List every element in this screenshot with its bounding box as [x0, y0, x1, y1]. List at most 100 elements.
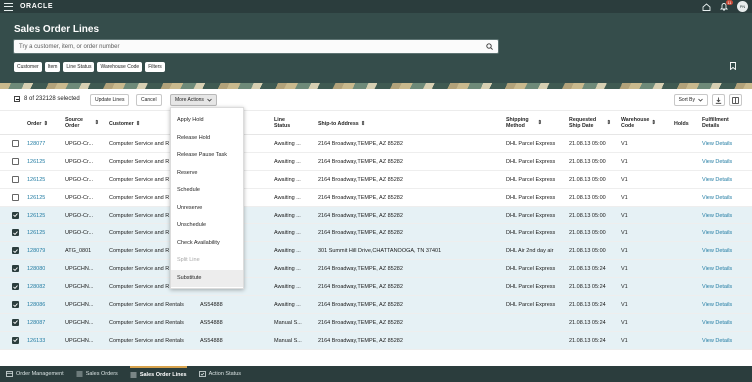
more-actions-button[interactable]: More Actions [170, 94, 217, 106]
dashboard-icon [6, 371, 13, 377]
column-layout-icon[interactable] [729, 94, 742, 106]
row-checkbox[interactable] [12, 140, 19, 147]
order-number[interactable]: 128082 [27, 284, 45, 290]
bookmark-icon[interactable] [730, 62, 736, 72]
row-checkbox[interactable] [12, 157, 19, 165]
user-avatar[interactable]: PN [737, 1, 748, 12]
view-details-link[interactable]: View Details [702, 213, 732, 219]
warehouse-code: V1 [621, 337, 628, 344]
chip-line-status[interactable]: Line Status [63, 62, 95, 72]
table-row[interactable]: 126125 UPGO-Cr... Computer Service and R Aw… [0, 153, 752, 171]
row-checkbox[interactable] [12, 175, 19, 183]
customer: Computer Service and Rentals [109, 337, 184, 344]
notification-badge: 11 [725, 0, 733, 5]
nav-action-status[interactable]: Action Status [198, 366, 241, 382]
chip-filters[interactable]: Filters [145, 62, 165, 72]
bell-icon[interactable]: 11 [719, 0, 733, 12]
menu-icon[interactable] [4, 2, 13, 11]
col-line-status[interactable]: Line Status [274, 117, 302, 129]
order-number[interactable]: 126125 [27, 177, 45, 183]
view-details-link[interactable]: View Details [702, 284, 732, 290]
view-details-link[interactable]: View Details [702, 177, 732, 183]
table-row[interactable]: 126125 UPGO-Cr... Computer Service and R Aw… [0, 206, 752, 225]
table-row[interactable]: 128079 ATG_0801 Computer Service and R Awai… [0, 242, 752, 261]
order-number[interactable]: 126133 [27, 338, 45, 344]
menu-item-release-hold[interactable]: Release Hold [171, 130, 243, 148]
table-row[interactable]: 126125 UPGO-Cr... Computer Service and R Aw… [0, 171, 752, 189]
col-order[interactable]: Order ⇕ [27, 121, 48, 127]
warehouse-code: V1 [621, 230, 628, 237]
order-number[interactable]: 128077 [27, 141, 45, 147]
view-details-link[interactable]: View Details [702, 266, 732, 272]
menu-item-reserve[interactable]: Reserve [171, 165, 243, 183]
view-details-link[interactable]: View Details [702, 141, 732, 147]
cancel-button[interactable]: Cancel [136, 94, 162, 106]
order-number[interactable]: 126125 [27, 230, 45, 236]
order-number[interactable]: 128086 [27, 302, 45, 308]
menu-item-unschedule[interactable]: Unschedule [171, 217, 243, 235]
menu-item-apply-hold[interactable]: Apply Hold [171, 112, 243, 130]
view-details-link[interactable]: View Details [702, 320, 732, 326]
chip-warehouse-code[interactable]: Warehouse Code [97, 62, 143, 72]
nav-order-management[interactable]: Order Management [6, 366, 64, 382]
col-warehouse-code[interactable]: Warehouse Code ⇕ [621, 117, 656, 129]
menu-item-check-availability[interactable]: Check Availability [171, 235, 243, 253]
sort-by-button[interactable]: Sort By [673, 94, 708, 106]
col-holds[interactable]: Holds [674, 121, 689, 127]
filter-chips: Customer Item Line Status Warehouse Code… [14, 62, 165, 72]
requested-ship-date: 21.08.13 05:00 [569, 176, 606, 183]
menu-item-schedule[interactable]: Schedule [171, 182, 243, 200]
order-number[interactable]: 128079 [27, 248, 45, 254]
home-icon[interactable] [701, 2, 711, 12]
table-header-row: Order ⇕ Source Order ⇕ Customer ⇕ Line Stat… [0, 113, 752, 135]
search-icon[interactable] [486, 43, 493, 50]
line-status: Awaiting ... [274, 284, 301, 291]
col-ship-to-address[interactable]: Ship-to Address ⇕ [318, 121, 365, 127]
order-number[interactable]: 128087 [27, 320, 45, 326]
view-details-link[interactable]: View Details [702, 248, 732, 254]
chip-customer[interactable]: Customer [14, 62, 42, 72]
shipping-method: DHL Parcel Express [506, 302, 556, 309]
row-checkbox[interactable] [12, 211, 19, 219]
table-row[interactable]: 128087 UPGCHN... Computer Service and Rent… [0, 313, 752, 332]
view-details-link[interactable]: View Details [702, 195, 732, 201]
menu-item-substitute[interactable]: Substitute [171, 269, 243, 287]
view-details-link[interactable]: View Details [702, 338, 732, 344]
col-shipping-method[interactable]: Shipping Method ⇕ [506, 117, 542, 129]
row-checkbox[interactable] [12, 193, 19, 201]
select-all-checkbox[interactable] [14, 96, 20, 102]
row-checkbox[interactable] [12, 301, 19, 309]
order-number[interactable]: 126125 [27, 213, 45, 219]
table-row[interactable]: 128080 UPGCHN... Computer Service and R Awa… [0, 260, 752, 279]
menu-item-unreserve[interactable]: Unreserve [171, 200, 243, 218]
table-row[interactable]: 126125 UPGO-Cr... Computer Service and R Aw… [0, 224, 752, 243]
row-checkbox[interactable] [12, 283, 19, 291]
nav-sales-orders[interactable]: Sales Orders [76, 366, 118, 382]
col-customer[interactable]: Customer ⇕ [109, 121, 140, 127]
table-row[interactable]: 128082 UPGCHN... Computer Service and R Awa… [0, 278, 752, 297]
view-details-link[interactable]: View Details [702, 302, 732, 308]
order-number[interactable]: 126125 [27, 195, 45, 201]
menu-item-release-pause-task[interactable]: Release Pause Task [171, 147, 243, 165]
col-source-order[interactable]: Source Order ⇕ [65, 117, 99, 129]
update-lines-button[interactable]: Update Lines [90, 94, 130, 106]
row-checkbox[interactable] [12, 247, 19, 255]
nav-sales-order-lines[interactable]: Sales Order Lines [129, 366, 187, 382]
col-requested-ship-date[interactable]: Requested Ship Date ⇕ [569, 117, 611, 129]
table-row[interactable]: 128086 UPGCHN... Computer Service and Rent… [0, 296, 752, 314]
table-row[interactable]: 126125 UPGO-Cr... Computer Service and R Aw… [0, 189, 752, 207]
row-checkbox[interactable] [12, 318, 19, 326]
view-details-link[interactable]: View Details [702, 159, 732, 165]
order-number[interactable]: 126125 [27, 159, 45, 165]
table-row[interactable]: 128077 UPGO-Cr... Computer Service and R Aw… [0, 135, 752, 153]
table-row[interactable]: 126133 UPGCHN... Computer Service and Rent… [0, 331, 752, 350]
row-checkbox[interactable] [12, 265, 19, 273]
download-icon[interactable] [712, 94, 725, 106]
order-number[interactable]: 128080 [27, 266, 45, 272]
search-input[interactable]: Try a customer, item, or order number [13, 39, 499, 54]
col-fulfillment-details[interactable]: Fulfillment Details [702, 117, 742, 129]
chip-item[interactable]: Item [44, 62, 61, 72]
view-details-link[interactable]: View Details [702, 230, 732, 236]
row-checkbox[interactable] [12, 229, 19, 237]
row-checkbox[interactable] [12, 336, 19, 344]
